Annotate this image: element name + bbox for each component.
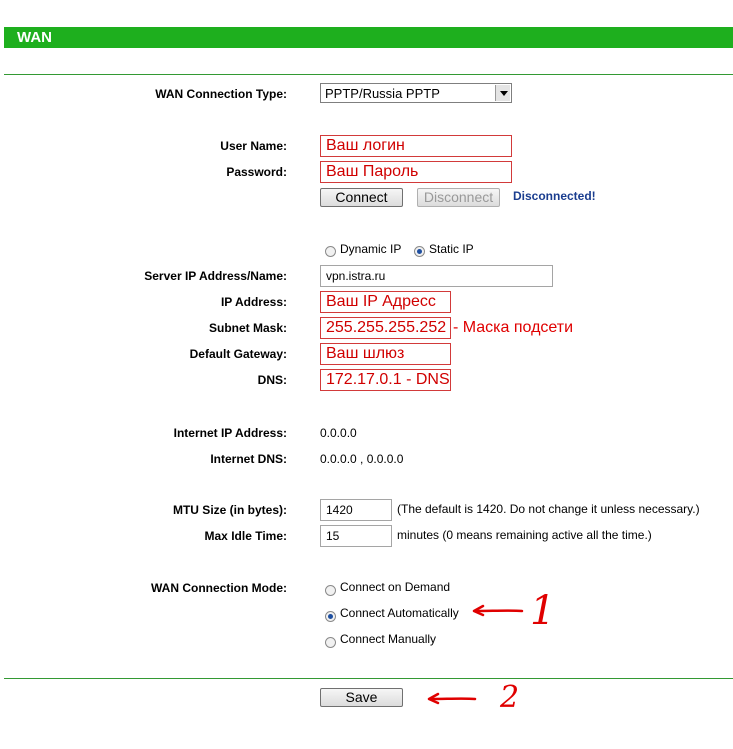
connection-type-value: PPTP/Russia PPTP — [325, 86, 440, 101]
mtu-hint: (The default is 1420. Do not change it u… — [397, 502, 700, 516]
internet-ip-value: 0.0.0.0 — [320, 426, 357, 440]
connection-type-select[interactable]: PPTP/Russia PPTP — [320, 83, 512, 103]
static-ip-label: Static IP — [429, 242, 474, 256]
connect-button[interactable]: Connect — [320, 188, 403, 207]
connect-manually-radio[interactable] — [325, 637, 336, 648]
save-button[interactable]: Save — [320, 688, 403, 707]
user-name-field[interactable]: Ваш логин — [320, 135, 512, 157]
connection-mode-label: WAN Connection Mode: — [151, 581, 287, 595]
annotation-arrow-1-icon — [472, 604, 524, 617]
connect-automatically-label: Connect Automatically — [340, 606, 459, 620]
header-banner — [4, 27, 733, 48]
annotation-step-1: 1 — [530, 588, 556, 634]
default-gateway-field[interactable]: Ваш шлюз — [320, 343, 451, 365]
max-idle-field[interactable]: 15 — [320, 525, 392, 547]
ip-address-label: IP Address: — [220, 295, 287, 309]
chevron-down-icon[interactable] — [495, 85, 510, 101]
divider-bottom — [4, 678, 733, 679]
annotation-arrow-2-icon — [427, 692, 477, 705]
connection-status: Disconnected! — [513, 189, 596, 203]
connection-type-label: WAN Connection Type: — [155, 87, 287, 101]
dns-label: DNS: — [257, 373, 287, 387]
max-idle-label: Max Idle Time: — [204, 529, 287, 543]
internet-ip-label: Internet IP Address: — [173, 426, 287, 440]
annotation-step-2: 2 — [500, 680, 520, 715]
page-title: WAN — [17, 29, 52, 46]
mtu-field[interactable]: 1420 — [320, 499, 392, 521]
max-idle-hint: minutes (0 means remaining active all th… — [397, 528, 652, 542]
user-name-label: User Name: — [220, 139, 287, 153]
disconnect-button[interactable]: Disconnect — [417, 188, 500, 207]
server-address-label: Server IP Address/Name: — [144, 269, 287, 283]
dynamic-ip-radio[interactable] — [325, 246, 336, 257]
static-ip-radio[interactable] — [414, 246, 425, 257]
divider-top — [4, 74, 733, 75]
server-address-field[interactable]: vpn.istra.ru — [320, 265, 553, 287]
connect-on-demand-label: Connect on Demand — [340, 580, 451, 594]
connect-automatically-radio[interactable] — [325, 611, 336, 622]
dynamic-ip-label: Dynamic IP — [340, 242, 402, 256]
subnet-mask-label: Subnet Mask: — [208, 321, 287, 335]
default-gateway-label: Default Gateway: — [189, 347, 287, 361]
internet-dns-label: Internet DNS: — [210, 452, 287, 466]
connect-on-demand-radio[interactable] — [325, 585, 336, 596]
ip-address-field[interactable]: Ваш IP Адресс — [320, 291, 451, 313]
password-field[interactable]: Ваш Пароль — [320, 161, 512, 183]
subnet-mask-field[interactable]: 255.255.255.252 — [320, 317, 451, 339]
mtu-label: MTU Size (in bytes): — [172, 503, 287, 517]
password-label: Password: — [226, 165, 287, 179]
internet-dns-value: 0.0.0.0 , 0.0.0.0 — [320, 452, 404, 466]
subnet-mask-annotation: - Маска подсети — [453, 319, 574, 336]
connect-manually-label: Connect Manually — [340, 632, 437, 646]
dns-field[interactable]: 172.17.0.1 - DNS — [320, 369, 451, 391]
